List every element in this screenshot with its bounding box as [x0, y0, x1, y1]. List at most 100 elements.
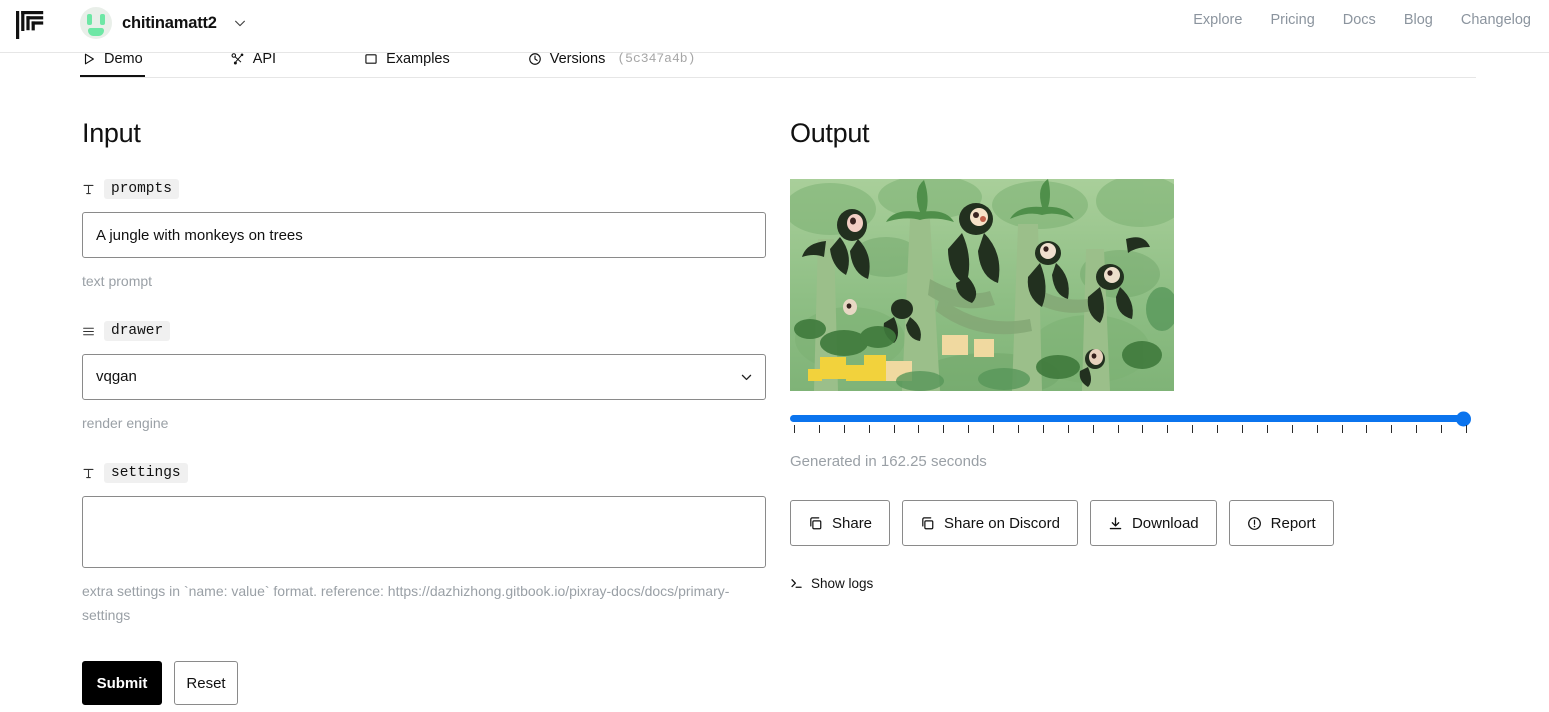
tab-examples-label: Examples	[386, 50, 450, 67]
slider-tick	[993, 425, 995, 433]
username-label: chitinamatt2	[122, 13, 217, 32]
slider-ticks	[790, 425, 1470, 435]
tab-examples[interactable]: Examples	[362, 40, 452, 77]
replicate-logo-icon[interactable]	[14, 8, 48, 42]
prompts-helper: text prompt	[82, 273, 153, 289]
field-settings-name: settings	[104, 463, 188, 483]
version-hash: (5c347a4b)	[617, 51, 696, 66]
nav-link-blog[interactable]: Blog	[1404, 12, 1433, 28]
slider-tick	[1242, 425, 1243, 433]
settings-helper: extra settings in `name: value` format. …	[82, 583, 730, 623]
tab-api[interactable]: API	[229, 40, 278, 77]
user-menu[interactable]: chitinamatt2	[80, 7, 247, 39]
generation-time-label: Generated in 162.25 seconds	[790, 453, 987, 470]
settings-textarea[interactable]	[82, 496, 766, 568]
slider-tick	[968, 425, 970, 433]
input-heading: Input	[82, 118, 141, 148]
nav-link-docs[interactable]: Docs	[1343, 12, 1376, 28]
slider-tick	[1466, 425, 1467, 433]
slider-tick	[1067, 425, 1069, 433]
chevron-down-icon[interactable]	[233, 16, 247, 30]
list-icon	[82, 325, 95, 338]
slider-tick	[1391, 425, 1393, 433]
slider-tick	[868, 425, 870, 433]
slider-tick	[1018, 425, 1019, 433]
field-prompts-header: prompts	[82, 179, 766, 199]
show-logs-label: Show logs	[811, 576, 874, 591]
slider-tick	[943, 425, 945, 433]
nav-link-pricing[interactable]: Pricing	[1270, 12, 1314, 28]
avatar	[80, 7, 112, 39]
slider-tick	[1441, 425, 1443, 433]
slider-tick	[1167, 425, 1169, 433]
slider-tick	[1092, 425, 1094, 433]
output-image[interactable]	[790, 179, 1174, 391]
download-button[interactable]: Download	[1089, 500, 1217, 546]
image-frame-icon	[364, 52, 378, 66]
api-node-icon	[231, 52, 245, 66]
alert-circle-icon	[1247, 516, 1262, 531]
drawer-select[interactable]: vqgan	[82, 354, 766, 400]
terminal-icon	[790, 577, 803, 590]
field-drawer-name: drawer	[104, 321, 171, 341]
field-prompts: prompts text prompt	[82, 179, 766, 293]
nav-link-changelog[interactable]: Changelog	[1461, 12, 1531, 28]
nav-link-explore[interactable]: Explore	[1193, 12, 1242, 28]
avatar-shape-right	[100, 14, 105, 25]
input-column: Input prompts text prompt drawer vqgan	[82, 118, 766, 705]
tab-demo[interactable]: Demo	[80, 40, 145, 77]
drawer-helper: render engine	[82, 415, 169, 431]
copy-icon	[920, 516, 935, 531]
slider-thumb[interactable]	[1456, 411, 1471, 426]
slider-tick	[918, 425, 920, 433]
share-button-label: Share	[832, 514, 873, 532]
tab-demo-label: Demo	[104, 50, 143, 67]
slider-tick	[1142, 425, 1144, 433]
share-on-discord-button-label: Share on Discord	[944, 514, 1060, 532]
slider-tick	[1192, 425, 1194, 433]
slider-tick	[818, 425, 820, 433]
slider-tick	[1341, 425, 1343, 433]
download-button-label: Download	[1131, 514, 1199, 532]
prompts-input[interactable]	[82, 212, 766, 258]
slider-tick	[1366, 425, 1368, 433]
show-logs-toggle[interactable]: Show logs	[790, 576, 873, 591]
slider-tick	[1416, 425, 1418, 433]
field-settings-header: settings	[82, 463, 766, 483]
report-button-label: Report	[1270, 514, 1316, 532]
text-type-icon	[82, 467, 95, 480]
top-navigation: Explore Pricing Docs Blog Changelog	[1193, 12, 1531, 28]
share-on-discord-button[interactable]: Share on Discord	[902, 500, 1078, 546]
avatar-shape-bottom	[88, 28, 104, 36]
field-drawer: drawer vqgan render engine	[82, 321, 766, 435]
frame-slider[interactable]	[790, 411, 1471, 435]
field-prompts-name: prompts	[104, 179, 179, 199]
tab-versions[interactable]: Versions (5c347a4b)	[526, 40, 698, 77]
slider-tick	[1316, 425, 1318, 433]
slider-track[interactable]	[790, 411, 1471, 426]
text-type-icon	[82, 183, 95, 196]
slider-tick	[1117, 425, 1119, 433]
submit-button[interactable]: Submit	[82, 661, 162, 705]
output-column: Output Generated in 162.25 seconds Share…	[790, 118, 1480, 591]
play-icon	[82, 52, 96, 66]
reset-button[interactable]: Reset	[174, 661, 238, 705]
slider-tick	[843, 425, 845, 433]
field-drawer-header: drawer	[82, 321, 766, 341]
download-icon	[1108, 516, 1123, 531]
output-heading: Output	[790, 118, 870, 148]
slider-tick	[794, 425, 795, 433]
share-button[interactable]: Share	[790, 500, 891, 546]
tab-versions-label: Versions	[549, 50, 606, 67]
field-settings: settings extra settings in `name: value`…	[82, 463, 766, 627]
tab-api-label: API	[252, 50, 277, 67]
drawer-select-wrapper: vqgan	[82, 354, 766, 400]
slider-tick	[893, 425, 895, 433]
report-button[interactable]: Report	[1228, 500, 1334, 546]
avatar-shape-left	[87, 14, 92, 25]
slider-tick	[1217, 425, 1219, 433]
model-tabs: Demo API Examples Versions (5c347a4b)	[80, 40, 1476, 78]
copy-icon	[808, 516, 823, 531]
output-actions: Share Share on Discord Download Report	[790, 500, 1480, 546]
clock-icon	[528, 52, 542, 66]
